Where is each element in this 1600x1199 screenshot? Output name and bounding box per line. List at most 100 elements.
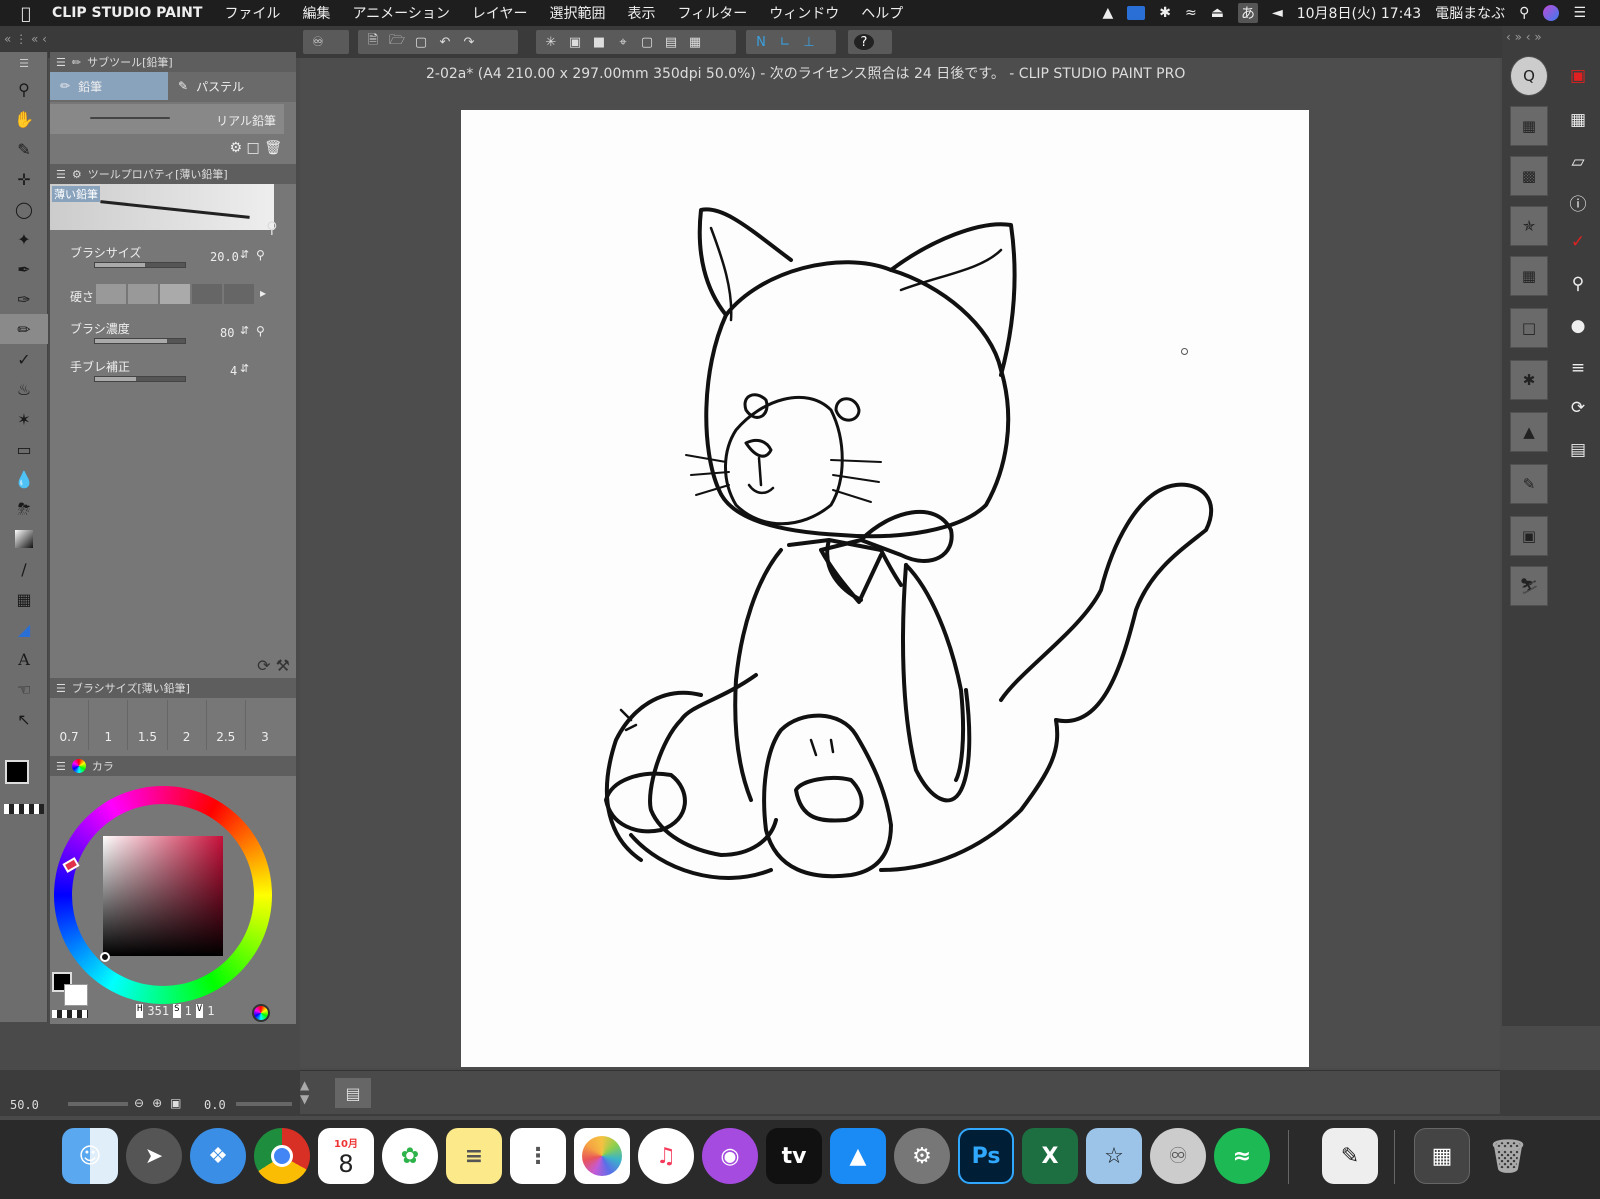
zoom-tool-icon[interactable]: ⚲ (0, 74, 48, 104)
safari-icon[interactable]: ❖ (190, 1128, 246, 1184)
scroll-arrows-icon[interactable]: ▲ ▼ (300, 1078, 309, 1106)
rotation-value[interactable]: 0.0 (204, 1098, 226, 1112)
clip-studio-icon[interactable]: ♾ (1150, 1128, 1206, 1184)
apple-icon[interactable]:  (0, 4, 52, 23)
eject-icon[interactable]: ⏏ (1211, 5, 1224, 21)
sub-tool-detail-icon[interactable]: ⚲ (266, 218, 278, 237)
save-icon[interactable]: ▢ (412, 34, 430, 50)
pressure-icon[interactable]: ⚲ (256, 324, 265, 338)
hardness-preset[interactable] (160, 284, 190, 304)
rotation-slider[interactable] (236, 1102, 292, 1106)
canvas-paper[interactable] (461, 110, 1309, 1067)
zoom-out-icon[interactable]: ⊖ (134, 1096, 144, 1110)
hue-value[interactable]: 351 (147, 1004, 169, 1018)
spotlight-search-icon[interactable]: ⚲ (1519, 5, 1529, 21)
check-icon[interactable]: ✓ (1558, 222, 1598, 262)
snap-special-ruler-icon[interactable]: ∟ (776, 34, 794, 50)
calendar-icon[interactable]: 10月 8 (318, 1128, 374, 1184)
recent-window-icon[interactable]: ▦ (1414, 1128, 1470, 1184)
material-icon[interactable]: ▦ (1558, 100, 1598, 140)
fill-icon[interactable]: ■ (590, 34, 608, 50)
menu-icon[interactable]: ☰ (0, 52, 48, 74)
panel-menu-icon[interactable]: ☰ (56, 760, 66, 773)
system-preferences-icon[interactable]: ⚙ (894, 1128, 950, 1184)
user-menu[interactable]: 電脳まなぶ (1435, 3, 1505, 23)
transform-icon[interactable]: ⌖ (614, 34, 632, 50)
zoom-in-icon[interactable]: ⊕ (152, 1096, 162, 1110)
apple-tv-icon[interactable]: tv (766, 1128, 822, 1184)
checker-button[interactable]: ▦ (1510, 256, 1548, 296)
stepper-icon[interactable]: ⇵ (240, 248, 249, 261)
brush-size-preset[interactable]: 2 (168, 700, 207, 750)
stepper-icon[interactable]: ⇵ (240, 362, 249, 375)
hardness-preset[interactable] (96, 284, 126, 304)
decoration-tool-icon[interactable]: ✶ (0, 404, 48, 434)
navigator-button[interactable]: Q (1510, 56, 1548, 96)
stabilization-value[interactable]: 4 (230, 364, 237, 378)
wifi-icon[interactable]: ≈ (1185, 5, 1197, 21)
3d-button[interactable]: ▣ (1510, 516, 1548, 556)
sv-marker[interactable] (100, 952, 110, 962)
reminders-icon[interactable]: ⋮ (510, 1128, 566, 1184)
settings-icon[interactable]: ⚙ (230, 140, 243, 156)
podcasts-icon[interactable]: ◉ (702, 1128, 758, 1184)
clip-studio-button[interactable]: ♾ (303, 30, 349, 54)
brush-tool-icon[interactable]: ✓ (0, 344, 48, 374)
layer-search-button[interactable]: ▩ (1510, 156, 1548, 196)
layer-icon[interactable]: ▣ (1558, 56, 1598, 96)
menu-edit[interactable]: 編集 (302, 3, 330, 23)
show-selection-icon[interactable]: ▦ (686, 34, 704, 50)
fit-icon[interactable]: ▣ (170, 1096, 181, 1110)
clip-studio-paint-icon[interactable]: ✎ (1322, 1128, 1378, 1184)
color-wheel-tab-icon[interactable] (71, 759, 86, 773)
saturation-value[interactable]: 1 (185, 1004, 192, 1018)
snap-ruler-icon[interactable]: N (752, 34, 770, 50)
filmstrip-button[interactable]: ▤ (335, 1078, 371, 1108)
frame-tool-icon[interactable]: ▦ (0, 584, 48, 614)
stabilization-slider[interactable] (94, 376, 186, 382)
hand-tool-icon[interactable]: ✋ (0, 104, 48, 134)
move-layer-tool-icon[interactable]: ✛ (0, 164, 48, 194)
brush-size-preset[interactable]: 1 (89, 700, 129, 750)
evernote-icon[interactable]: ✿ (382, 1128, 438, 1184)
layout-button[interactable]: □ (1510, 308, 1548, 348)
brush-size-preset[interactable]: 1.5 (128, 700, 168, 750)
main-color-swatch[interactable] (5, 760, 29, 784)
chevron-right-icon[interactable]: ▸ (260, 286, 266, 300)
ruler-tool-icon[interactable]: ◢ (0, 614, 48, 644)
brightness-value[interactable]: 1 (207, 1004, 214, 1018)
input-method-icon[interactable]: あ (1237, 3, 1258, 23)
layer-property-button[interactable]: ▦ (1510, 106, 1548, 146)
brush-size-preset[interactable]: 2.5 (207, 700, 246, 750)
collapse-right-icon[interactable]: ‹ » ‹ » (1506, 30, 1542, 44)
fill-tool-icon[interactable]: ⛈ (0, 494, 48, 524)
brush-density-value[interactable]: 80 (220, 326, 234, 340)
eraser-tool-icon[interactable]: ▭ (0, 434, 48, 464)
operation-tool-icon[interactable]: ✎ (0, 134, 48, 164)
brush-size-preset[interactable]: 0.7 (50, 700, 90, 750)
photoshop-icon[interactable]: Ps (958, 1128, 1014, 1184)
saturation-value-square[interactable] (103, 836, 223, 956)
clear-icon[interactable]: ✳ (542, 34, 560, 50)
blend-tool-icon[interactable]: 💧 (0, 464, 48, 494)
undo-icon[interactable]: ↶ (436, 34, 454, 50)
effects-button[interactable]: ✱ (1510, 360, 1548, 400)
stepper-icon[interactable]: ⇵ (240, 324, 249, 337)
spotify-icon[interactable]: ≈ (1214, 1128, 1270, 1184)
menu-filter[interactable]: フィルター (677, 3, 747, 23)
lasso-tool-icon[interactable]: ◯ (0, 194, 48, 224)
menu-file[interactable]: ファイル (224, 3, 280, 23)
trash-icon[interactable]: 🗑 (1480, 1128, 1536, 1184)
launchpad-icon[interactable]: ➤ (126, 1128, 182, 1184)
notification-center-icon[interactable]: ☰ (1573, 5, 1586, 21)
transparent-color-swatch[interactable] (4, 804, 44, 814)
figure-button[interactable]: ⛷ (1510, 566, 1548, 606)
music-icon[interactable]: ♫ (638, 1128, 694, 1184)
panel-menu-icon[interactable]: ☰ (56, 168, 66, 181)
panel-menu-icon[interactable]: ☰ (56, 56, 66, 69)
airbrush-tool-icon[interactable]: ♨ (0, 374, 48, 404)
tab-pastel[interactable]: ✎ パステル (168, 72, 286, 100)
image-button[interactable]: ▲ (1510, 412, 1548, 452)
brush-list-item[interactable]: リアル鉛筆 (50, 104, 284, 134)
magic-wand-tool-icon[interactable]: ✦ (0, 224, 48, 254)
